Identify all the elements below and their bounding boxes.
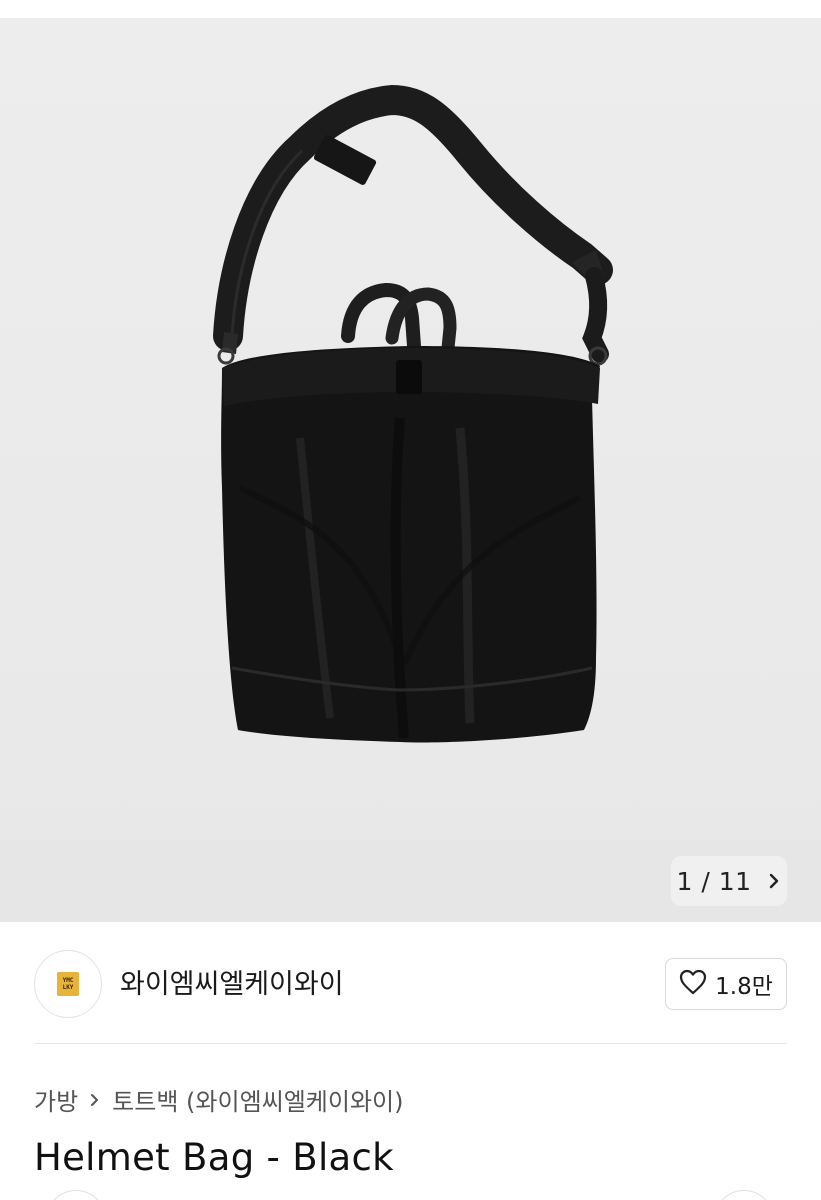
product-image [213, 84, 613, 743]
product-title: Helmet Bag - Black [34, 1136, 394, 1179]
brand-logo-line-1: YMC [62, 977, 74, 984]
heart-outline-icon [679, 969, 707, 999]
top-strip [0, 0, 821, 18]
image-counter-text: 1 / 11 [676, 866, 752, 896]
breadcrumb-item-bags[interactable]: 가방 [34, 1082, 78, 1117]
peek-circle-left [46, 1190, 106, 1200]
peek-circle-right [714, 1190, 774, 1200]
brand-logo-line-2: LKY [62, 984, 74, 991]
product-image-gallery[interactable]: 1 / 11 [0, 18, 821, 922]
brand-avatar[interactable]: YMC LKY [34, 950, 102, 1018]
breadcrumb-item-tote[interactable]: 토트백 (와이엠씨엘케이와이) [112, 1082, 403, 1117]
brand-logo: YMC LKY [57, 972, 79, 996]
chevron-right-icon [88, 1093, 102, 1107]
brand-row: YMC LKY 와이엠씨엘케이와이 1.8만 [0, 922, 821, 1044]
like-button[interactable]: 1.8만 [665, 958, 787, 1010]
divider [34, 1043, 787, 1044]
like-count: 1.8만 [715, 974, 773, 1000]
image-counter[interactable]: 1 / 11 [671, 856, 787, 906]
breadcrumb: 가방 토트백 (와이엠씨엘케이와이) [34, 1082, 404, 1117]
brand-name[interactable]: 와이엠씨엘케이와이 [120, 962, 344, 1001]
chevron-right-icon[interactable] [766, 873, 782, 889]
